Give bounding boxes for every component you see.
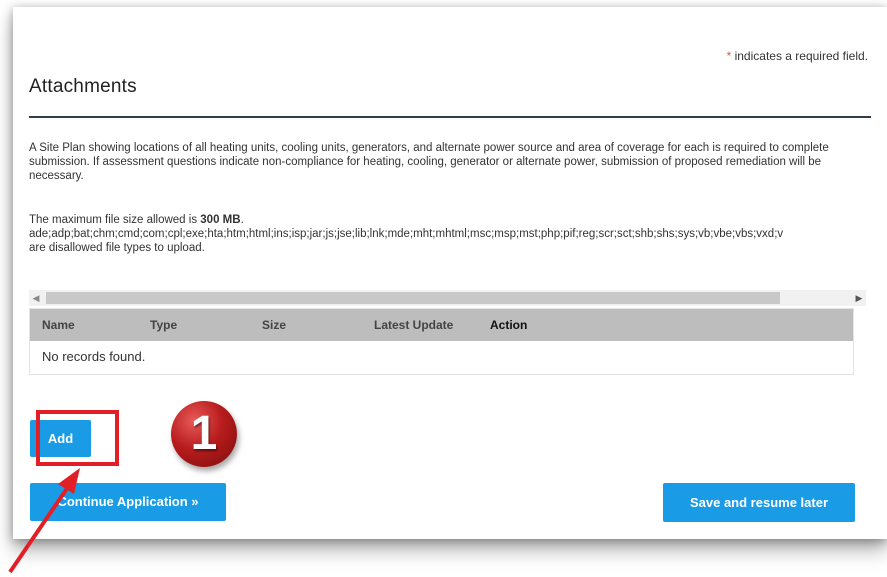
column-header-name[interactable]: Name <box>42 318 75 332</box>
horizontal-scrollbar[interactable]: ◀ ▶ <box>29 290 866 306</box>
disallowed-note: are disallowed file types to upload. <box>29 242 205 254</box>
max-size-prefix: The maximum file size allowed is <box>29 214 201 226</box>
max-size-suffix: . <box>240 214 244 226</box>
save-and-resume-button[interactable]: Save and resume later <box>663 483 855 522</box>
site-plan-description: A Site Plan showing locations of all hea… <box>29 142 829 182</box>
attachments-table: Name Type Size Latest Update Action No r… <box>29 308 854 375</box>
scroll-thumb[interactable] <box>46 292 780 304</box>
max-size-value: 300 MB <box>200 214 241 226</box>
table-header: Name Type Size Latest Update Action <box>30 309 853 341</box>
continue-application-button[interactable]: Continue Application » <box>30 483 226 521</box>
scroll-left-arrow-icon[interactable]: ◀ <box>29 292 43 304</box>
column-header-size[interactable]: Size <box>262 318 286 332</box>
attachments-panel: * indicates a required field. <box>13 7 887 539</box>
add-button-highlight <box>36 410 119 466</box>
max-size-line: The maximum file size allowed is 300 MB. <box>29 213 874 227</box>
column-header-latest-update[interactable]: Latest Update <box>374 318 453 332</box>
file-size-info: The maximum file size allowed is 300 MB.… <box>29 213 874 255</box>
disallowed-file-types: ade;adp;bat;chm;cmd;com;cpl;exe;hta;htm;… <box>29 228 784 240</box>
column-header-type[interactable]: Type <box>150 318 177 332</box>
section-title: Attachments <box>29 76 137 97</box>
step-number: 1 <box>190 407 218 460</box>
required-note-text: indicates a required field. <box>731 49 868 63</box>
column-header-action: Action <box>490 318 528 332</box>
empty-table-message: No records found. <box>42 349 146 364</box>
required-field-note: * indicates a required field. <box>727 49 868 63</box>
scroll-right-arrow-icon[interactable]: ▶ <box>852 292 866 304</box>
step-number-badge: 1 <box>171 401 237 467</box>
title-divider <box>29 116 871 118</box>
